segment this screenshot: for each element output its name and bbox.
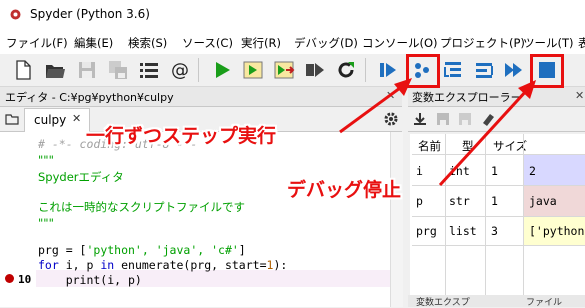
menu-search[interactable]: 検索(S)	[128, 35, 167, 51]
code-token: prg = [	[38, 243, 87, 257]
new-file-icon[interactable]	[12, 59, 34, 81]
menu-file[interactable]: ファイル(F)	[6, 35, 68, 51]
code-token: ):	[273, 258, 288, 272]
tab-files[interactable]: ファイル	[526, 295, 562, 308]
variable-size: 1	[491, 164, 498, 178]
variable-name[interactable]: prg	[416, 224, 437, 238]
run-icon[interactable]	[211, 59, 233, 81]
save-icon[interactable]	[76, 59, 98, 81]
variable-value[interactable]: ['python	[529, 224, 584, 238]
code-token: ]	[238, 243, 246, 257]
variable-value[interactable]: java	[529, 194, 557, 208]
code-token: enumerate(prg, start=	[114, 258, 267, 272]
variable-type: list	[449, 224, 477, 238]
import-data-icon[interactable]	[412, 111, 428, 127]
code-line: print(i, p)	[38, 273, 142, 287]
variable-name[interactable]: i	[416, 164, 423, 178]
toolbar-separator	[198, 58, 199, 82]
save-data-as-icon[interactable]	[457, 111, 473, 127]
list-icon[interactable]	[138, 59, 160, 81]
menu-view[interactable]: 表	[578, 35, 585, 51]
variable-name[interactable]: p	[416, 194, 423, 208]
editor-pane-close-icon[interactable]: ✕	[386, 89, 395, 102]
code-line: Spyderエディタ	[38, 170, 124, 184]
row-divider	[412, 216, 585, 217]
file-tab-label: culpy	[34, 113, 67, 127]
column-divider	[445, 134, 446, 307]
step-into-icon[interactable]	[442, 59, 464, 81]
run-selection-icon[interactable]	[304, 59, 326, 81]
current-line-number: 10	[18, 273, 32, 286]
step-button-highlight	[406, 54, 440, 88]
variable-size: 3	[491, 224, 498, 238]
row-divider	[412, 154, 585, 155]
variable-explorer-title: 変数エクスプローラー	[412, 91, 522, 104]
rerun-icon[interactable]	[335, 59, 357, 81]
debug-icon[interactable]	[377, 59, 399, 81]
save-data-icon[interactable]	[435, 111, 451, 127]
menu-debug[interactable]: デバッグ(D)	[294, 35, 358, 51]
row-divider	[412, 185, 585, 186]
variable-type: str	[449, 194, 470, 208]
variable-type: int	[449, 164, 470, 178]
code-token: 'python', 'java', 'c#'	[86, 243, 239, 257]
column-divider	[523, 134, 524, 307]
code-line: これは一時的なスクリプトファイルです	[38, 200, 245, 214]
variable-explorer-close-icon[interactable]: ✕	[575, 89, 584, 102]
step-annotation-label: 一行ずつステップ実行	[86, 125, 277, 147]
step-return-icon[interactable]	[473, 59, 495, 81]
menu-bar: ファイル(F) 編集(E) 検索(S) ソース(C) 実行(R) デバッグ(D)…	[0, 30, 585, 54]
column-header-type[interactable]: 型	[462, 138, 474, 154]
code-line: """	[38, 216, 54, 230]
run-cell-advance-icon[interactable]	[273, 59, 295, 81]
variable-value[interactable]: 2	[529, 164, 536, 178]
gear-icon[interactable]	[383, 111, 399, 127]
menu-edit[interactable]: 編集(E)	[74, 35, 113, 51]
code-token: i, p	[58, 258, 101, 272]
row-divider	[412, 245, 585, 246]
stop-button-highlight	[530, 54, 564, 88]
column-header-name[interactable]: 名前	[418, 138, 441, 154]
continue-icon[interactable]	[503, 59, 525, 81]
menu-console[interactable]: コンソール(O)	[362, 35, 438, 51]
code-line: for i, p in enumerate(prg, start=1):	[38, 258, 287, 272]
breakpoint-marker[interactable]	[5, 274, 14, 283]
file-tab-close-icon[interactable]: ✕	[72, 112, 81, 125]
editor-scrollbar[interactable]	[390, 132, 403, 307]
open-folder-icon[interactable]	[44, 59, 66, 81]
browse-tabs-icon[interactable]	[5, 112, 19, 126]
save-all-icon[interactable]	[107, 59, 129, 81]
stop-annotation-label: デバッグ停止	[287, 179, 402, 201]
code-token: for	[38, 258, 59, 272]
menu-run[interactable]: 実行(R)	[241, 35, 281, 51]
eraser-icon[interactable]	[480, 111, 496, 127]
menu-tools[interactable]: ツール(T)	[523, 35, 574, 51]
svg-text:@: @	[171, 60, 189, 81]
tab-variable-explorer[interactable]: 変数エクスプ	[416, 295, 470, 308]
spyder-logo-icon	[10, 9, 21, 20]
menu-source[interactable]: ソース(C)	[182, 35, 233, 51]
code-line: prg = ['python', 'java', 'c#']	[38, 243, 246, 257]
bottom-tab-bar: 変数エクスプ ファイル	[408, 295, 585, 308]
run-cell-icon[interactable]	[242, 59, 264, 81]
column-divider	[485, 134, 486, 307]
menu-project[interactable]: プロジェクト(P)	[440, 35, 525, 51]
code-line: """	[38, 153, 54, 167]
toolbar-separator	[365, 58, 366, 82]
window-title: Spyder (Python 3.6)	[30, 7, 150, 21]
editor-pane-title: エディタ - C:¥pg¥python¥culpy	[5, 91, 174, 104]
code-token: in	[100, 258, 115, 272]
at-sign-icon[interactable]: @	[169, 59, 191, 81]
variable-size: 1	[491, 194, 498, 208]
